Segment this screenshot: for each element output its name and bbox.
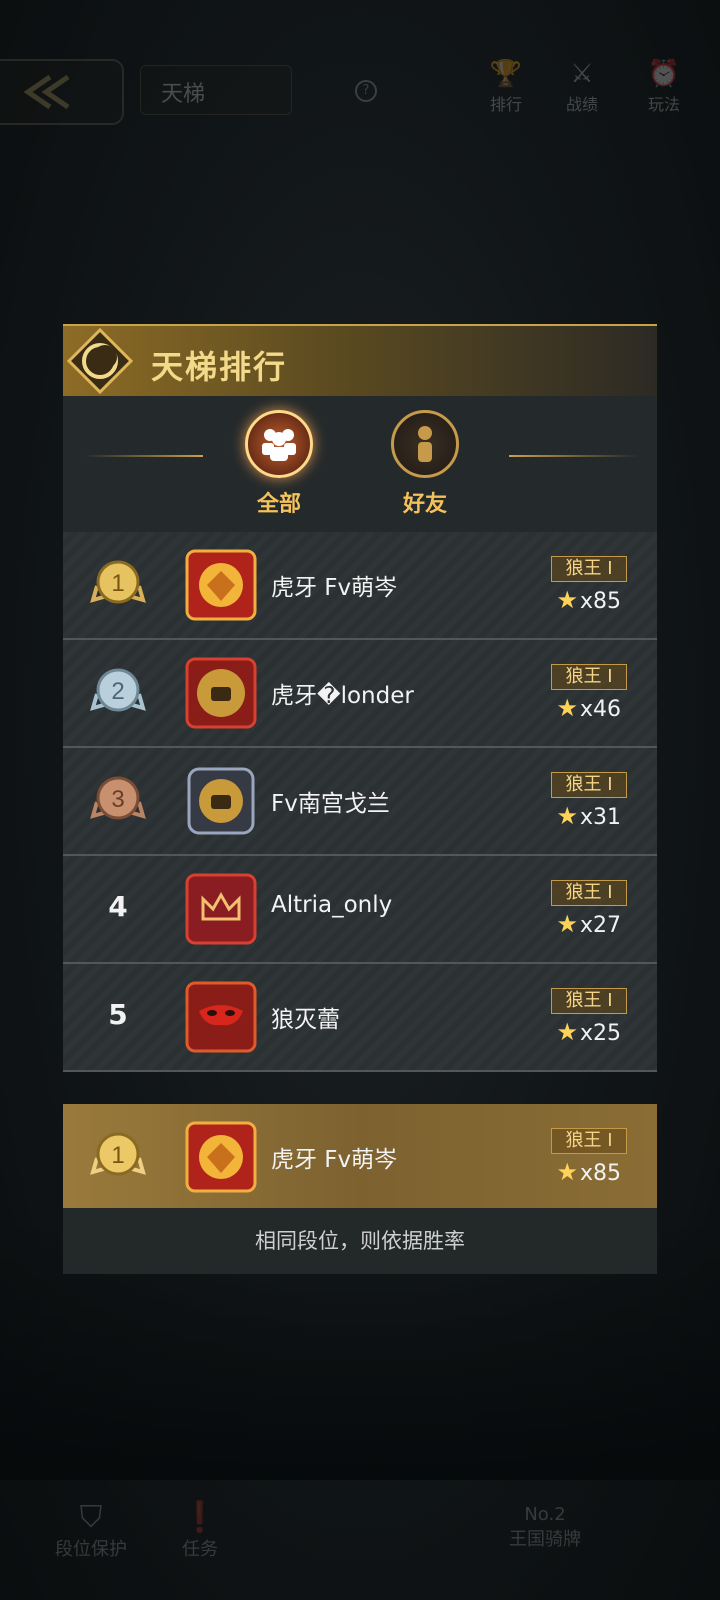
player-name: Altria_only [271, 892, 393, 918]
tier-badge: 狼王 I [551, 664, 627, 690]
player-name: 虎牙�londer [271, 683, 414, 709]
tier-badge: 狼王 I [551, 880, 627, 906]
ranking-row[interactable]: 2 虎牙�londer 狼王 I ★x46 [63, 640, 657, 748]
svg-text:1: 1 [111, 570, 124, 597]
star-count-value: x46 [579, 697, 621, 722]
star-icon: ★ [556, 1158, 578, 1186]
player-name: 虎牙 Fv萌岑 [271, 575, 398, 601]
lion-avatar-icon [185, 1121, 257, 1193]
moon-emblem-icon [67, 328, 133, 394]
tab-friends[interactable]: 好友 [375, 410, 475, 518]
tab-all[interactable]: 全部 [229, 410, 329, 518]
panel-header: 天梯排行 [63, 324, 657, 398]
tier-badge: 狼王 I [551, 772, 627, 798]
person-icon [391, 410, 459, 478]
star-count-value: x31 [579, 805, 621, 830]
star-count: ★x46 [556, 694, 621, 722]
filter-tabs: 全部 好友 [63, 396, 657, 532]
rank-number: 4 [108, 890, 128, 923]
bronze-medal-icon: 3 [90, 776, 146, 820]
star-icon: ★ [556, 802, 578, 830]
svg-text:3: 3 [111, 786, 124, 813]
ranking-row[interactable]: 1 虎牙 Fv萌岑 狼王 I ★x85 [63, 532, 657, 640]
panel-title: 天梯排行 [151, 348, 288, 386]
gold-medal-icon: 1 [90, 1132, 146, 1176]
player-name: 狼灭蕾 [271, 1007, 340, 1033]
star-icon: ★ [556, 586, 578, 614]
rank-number: 5 [108, 998, 128, 1031]
star-icon: ★ [556, 694, 578, 722]
divider-left [83, 455, 203, 457]
star-count: ★x85 [556, 586, 621, 614]
ranking-row[interactable]: 3 Fv南宫戈兰 狼王 I ★x31 [63, 748, 657, 856]
ranking-rule-note: 相同段位，则依据胜率 [63, 1208, 657, 1274]
gold-medal-icon: 1 [90, 560, 146, 604]
star-count: ★x31 [556, 802, 621, 830]
ranking-list[interactable]: 1 虎牙 Fv萌岑 狼王 I ★x85 2 虎牙�londer 狼王 I ★x4… [63, 532, 657, 1072]
star-count-value: x27 [579, 913, 621, 938]
tier-badge: 狼王 I [551, 1128, 627, 1154]
player-name: 虎牙 Fv萌岑 [271, 1147, 398, 1173]
divider-right [509, 455, 639, 457]
helmet-avatar-icon [185, 657, 257, 729]
tab-friends-label: 好友 [402, 492, 447, 517]
group-icon [245, 410, 313, 478]
tab-all-label: 全部 [256, 492, 301, 517]
star-count-value: x85 [579, 589, 621, 614]
silver-medal-icon: 2 [90, 668, 146, 712]
tier-badge: 狼王 I [551, 556, 627, 582]
star-count-value: x25 [579, 1021, 621, 1046]
ranking-row[interactable]: 4 Altria_only 狼王 I ★x27 [63, 856, 657, 964]
star-count: ★x25 [556, 1018, 621, 1046]
svg-text:2: 2 [111, 678, 124, 705]
ladder-ranking-panel: 天梯排行 全部 好友 1 虎牙 Fv萌岑 狼王 I ★x85 2 虎牙�lond… [63, 324, 657, 1274]
star-icon: ★ [556, 1018, 578, 1046]
my-ranking-row[interactable]: 1 虎牙 Fv萌岑 狼王 I ★x85 [63, 1104, 657, 1208]
star-count-value: x85 [579, 1161, 621, 1186]
ranking-row[interactable]: 5 狼灭蕾 狼王 I ★x25 [63, 964, 657, 1072]
crown-avatar-icon [185, 873, 257, 945]
star-count: ★x85 [556, 1158, 621, 1186]
lion-avatar-icon [185, 549, 257, 621]
tier-badge: 狼王 I [551, 988, 627, 1014]
player-name: Fv南宫戈兰 [271, 791, 390, 817]
helmet-avatar-icon [187, 767, 255, 835]
star-icon: ★ [556, 910, 578, 938]
star-count: ★x27 [556, 910, 621, 938]
svg-text:1: 1 [111, 1142, 124, 1169]
mask-avatar-icon [185, 981, 257, 1053]
